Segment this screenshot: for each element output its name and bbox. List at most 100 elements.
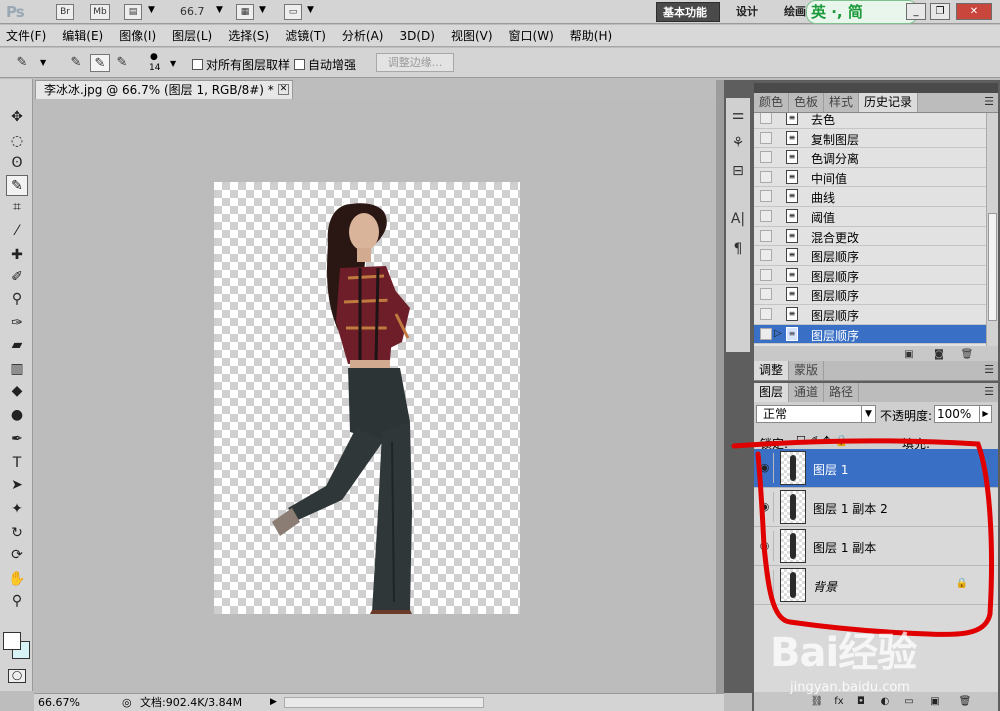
add-to-selection-icon[interactable]: ✎ xyxy=(90,54,110,72)
quick-mask-icon[interactable]: ◯ xyxy=(8,669,26,683)
history-item[interactable]: ≡ 曲线 xyxy=(754,187,986,207)
eye-icon[interactable]: ◉ xyxy=(756,531,774,561)
chevron-down-icon[interactable]: ▼ xyxy=(307,5,314,15)
tab-paths[interactable]: 路径 xyxy=(824,383,860,402)
new-snapshot-icon[interactable]: ◙ xyxy=(932,348,946,361)
history-item[interactable]: ≡ 图层顺序 xyxy=(754,305,986,325)
eye-icon[interactable] xyxy=(756,570,774,600)
menu-edit[interactable]: 编辑(E) xyxy=(62,25,103,46)
workspace-basic-button[interactable]: 基本功能 xyxy=(656,2,720,22)
menu-file[interactable]: 文件(F) xyxy=(6,25,46,46)
character-panel-icon[interactable]: A| xyxy=(728,208,748,230)
history-source-checkbox[interactable] xyxy=(760,268,772,281)
history-item[interactable]: ≡ 图层顺序 xyxy=(754,246,986,266)
chevron-down-icon[interactable]: ▼ xyxy=(40,58,46,67)
pen-tool-icon[interactable]: ✒ xyxy=(6,429,28,450)
brush-tool-icon[interactable]: ✐ xyxy=(6,267,28,288)
status-info-icon[interactable]: ◎ xyxy=(122,694,132,711)
layer-style-icon[interactable]: fx xyxy=(832,695,846,708)
brush-size-value[interactable]: 14 xyxy=(149,63,160,73)
history-item[interactable]: ≡ 去色 xyxy=(754,113,986,129)
history-brush-tool-icon[interactable]: ✑ xyxy=(6,313,28,334)
foreground-color-swatch[interactable] xyxy=(3,632,21,650)
close-icon[interactable]: ✕ xyxy=(956,3,992,20)
chevron-down-icon[interactable]: ▼ xyxy=(861,406,875,422)
clone-stamp-tool-icon[interactable]: ⚲ xyxy=(6,289,28,310)
menu-layer[interactable]: 图层(L) xyxy=(172,25,212,46)
quick-selection-tool-icon[interactable]: ✎ xyxy=(6,175,28,196)
eye-icon[interactable]: ◉ xyxy=(756,492,774,522)
tab-layers[interactable]: 图层 xyxy=(754,383,790,402)
workspace-design-button[interactable]: 设计 xyxy=(730,2,764,22)
link-layers-icon[interactable]: ⛓ xyxy=(810,695,824,708)
layer-row[interactable]: ◉ 图层 1 副本 2 xyxy=(754,488,998,527)
history-item[interactable]: ≡ 混合更改 xyxy=(754,227,986,247)
layer-row[interactable]: ◉ 图层 1 副本 xyxy=(754,527,998,566)
lock-icons[interactable]: ☐ ✐ ✥ 🔒 xyxy=(796,434,848,447)
ime-indicator[interactable]: 英 ·, 简 xyxy=(806,0,918,24)
history-item[interactable]: ≡ 复制图层 xyxy=(754,129,986,149)
menu-3d[interactable]: 3D(D) xyxy=(399,25,434,46)
history-source-checkbox[interactable] xyxy=(760,170,772,183)
history-source-checkbox[interactable] xyxy=(760,151,772,164)
tab-masks[interactable]: 蒙版 xyxy=(789,361,825,380)
trash-icon[interactable]: 🗑 xyxy=(958,695,972,708)
menu-image[interactable]: 图像(I) xyxy=(119,25,156,46)
view-extras-icon[interactable]: ▤ xyxy=(124,4,142,20)
eyedropper-tool-icon[interactable]: ⁄ xyxy=(6,221,28,242)
dodge-tool-icon[interactable]: ● xyxy=(6,405,28,426)
move-tool-icon[interactable]: ✥ xyxy=(6,107,28,128)
canvas-vertical-scrollbar[interactable] xyxy=(716,80,724,693)
trash-icon[interactable]: 🗑 xyxy=(960,348,974,361)
document-tab[interactable]: 李冰冰.jpg @ 66.7% (图层 1, RGB/8#) * ✕ xyxy=(35,80,293,99)
refine-edge-button[interactable]: 调整边缘... xyxy=(376,53,454,72)
tab-color[interactable]: 颜色 xyxy=(754,93,790,112)
chevron-down-icon[interactable]: ▼ xyxy=(216,5,223,15)
healing-brush-tool-icon[interactable]: ✚ xyxy=(6,245,28,266)
chevron-down-icon[interactable]: ▼ xyxy=(259,5,266,15)
eraser-tool-icon[interactable]: ▰ xyxy=(6,335,28,356)
panel-menu-icon[interactable]: ☰ xyxy=(984,95,994,108)
blend-mode-select[interactable]: 正常 ▼ xyxy=(756,405,876,423)
screen-mode-icon[interactable]: ▭ xyxy=(284,4,302,20)
status-arrow-icon[interactable]: ▶ xyxy=(270,694,277,711)
new-document-from-state-icon[interactable]: ▣ xyxy=(902,348,916,361)
history-item[interactable]: ≡ 图层顺序 xyxy=(754,266,986,286)
chevron-down-icon[interactable]: ▼ xyxy=(148,5,155,15)
tool-presets-icon[interactable]: ⊟ xyxy=(728,160,748,182)
paragraph-panel-icon[interactable]: ¶ xyxy=(728,238,748,260)
adjustment-layer-icon[interactable]: ◐ xyxy=(878,695,892,708)
scroll-thumb[interactable] xyxy=(988,213,997,321)
blur-tool-icon[interactable]: ◆ xyxy=(6,381,28,402)
new-selection-icon[interactable]: ✎ xyxy=(66,54,86,72)
lasso-tool-icon[interactable]: ʘ xyxy=(6,153,28,174)
history-scrollbar[interactable] xyxy=(986,113,998,346)
brush-presets-icon[interactable]: ⚌ xyxy=(728,104,748,126)
brush-dot-icon[interactable]: ● xyxy=(150,52,158,62)
menu-window[interactable]: 窗口(W) xyxy=(509,25,554,46)
panel-menu-icon[interactable]: ☰ xyxy=(984,363,994,376)
gradient-tool-icon[interactable]: ▥ xyxy=(6,359,28,380)
new-group-icon[interactable]: ▭ xyxy=(902,695,916,708)
3d-rotate-tool-icon[interactable]: ↻ xyxy=(6,523,28,544)
arrange-documents-icon[interactable]: ▦ xyxy=(236,4,254,20)
tab-adjustments[interactable]: 调整 xyxy=(754,361,790,380)
history-source-checkbox[interactable] xyxy=(760,210,772,222)
zoom-level[interactable]: 66.7 xyxy=(180,5,205,18)
mini-bridge-button[interactable]: Mb xyxy=(90,4,110,20)
path-selection-tool-icon[interactable]: ➤ xyxy=(6,475,28,496)
zoom-tool-icon[interactable]: ⚲ xyxy=(6,591,28,612)
chevron-right-icon[interactable]: ▶ xyxy=(979,406,991,422)
tab-swatches[interactable]: 色板 xyxy=(789,93,825,112)
history-item[interactable]: ≡ 色调分离 xyxy=(754,148,986,168)
eye-icon[interactable]: ◉ xyxy=(756,453,774,483)
menu-analysis[interactable]: 分析(A) xyxy=(342,25,384,46)
history-source-checkbox[interactable] xyxy=(760,131,772,144)
menu-view[interactable]: 视图(V) xyxy=(451,25,493,46)
tab-styles[interactable]: 样式 xyxy=(824,93,860,112)
tab-channels[interactable]: 通道 xyxy=(789,383,825,402)
tab-history[interactable]: 历史记录 xyxy=(859,93,919,112)
type-tool-icon[interactable]: T xyxy=(6,453,28,474)
3d-orbit-tool-icon[interactable]: ⟳ xyxy=(6,545,28,566)
history-item[interactable]: ▷ ≡ 图层顺序 xyxy=(754,324,986,345)
